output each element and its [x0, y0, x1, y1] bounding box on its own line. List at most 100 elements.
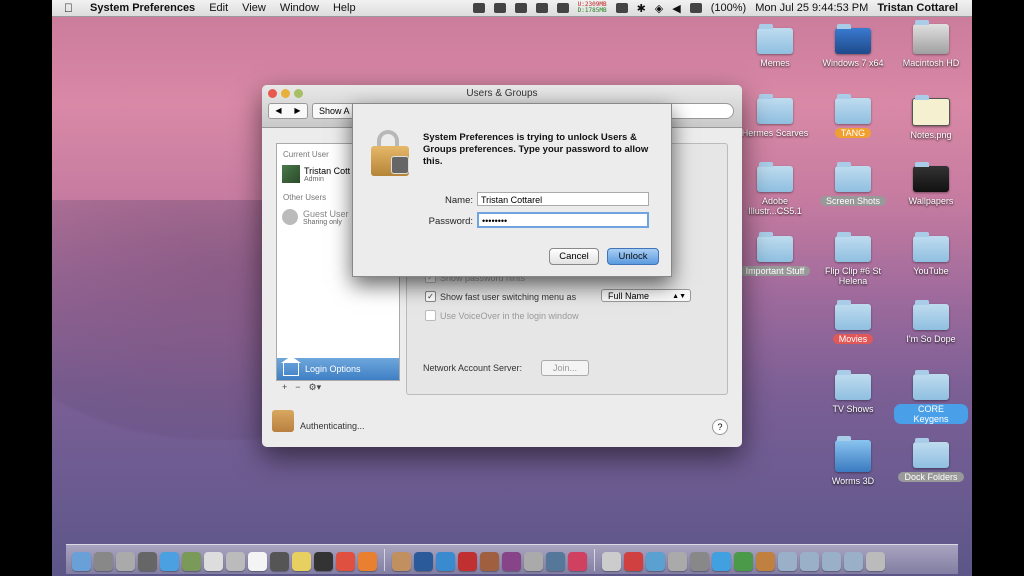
add-user-button[interactable]: +	[282, 382, 287, 392]
app-icon[interactable]	[458, 552, 477, 571]
name-field[interactable]: Tristan Cottarel	[477, 192, 649, 206]
app-icon[interactable]	[646, 552, 665, 571]
network-meter[interactable]: U:2309MB D:1785MB	[578, 2, 607, 14]
app-icon[interactable]	[712, 552, 731, 571]
trash-icon[interactable]	[514, 3, 527, 13]
battery-icon[interactable]	[689, 3, 702, 13]
user-name: Tristan Cott	[304, 165, 351, 176]
photoshop-icon[interactable]	[414, 552, 433, 571]
desktop-folder-screenshots[interactable]: Screen Shots	[816, 162, 890, 206]
app-icon[interactable]	[182, 552, 201, 571]
utility-icon[interactable]	[116, 552, 135, 571]
gear-icon[interactable]	[556, 3, 569, 13]
desktop-folder-tvshows[interactable]: TV Shows	[816, 370, 890, 414]
menu-app-name[interactable]: System Preferences	[90, 2, 195, 14]
downloads-icon[interactable]	[844, 552, 863, 571]
app-icon[interactable]	[668, 552, 687, 571]
menu-bar:  System Preferences Edit View Window He…	[52, 0, 972, 17]
desktop-folder-youtube[interactable]: YouTube	[894, 232, 968, 276]
unlock-button[interactable]: Unlock	[607, 248, 659, 265]
menu-window[interactable]: Window	[280, 2, 319, 14]
app-icon[interactable]	[734, 552, 753, 571]
cancel-button[interactable]: Cancel	[549, 248, 599, 265]
password-field[interactable]: ••••••••	[477, 212, 649, 228]
fast-user-switching-row[interactable]: ✓ Show fast user switching menu as	[425, 291, 576, 302]
apple-menu-icon[interactable]: 	[64, 1, 78, 15]
login-options-item[interactable]: Login Options	[277, 355, 399, 380]
app-icon[interactable]	[602, 552, 621, 571]
wifi-icon[interactable]: ◈	[655, 2, 663, 15]
calendar-icon[interactable]	[248, 552, 267, 571]
preview-icon[interactable]	[204, 552, 223, 571]
fast-user-switching-popup[interactable]: Full Name ▲▼	[601, 289, 691, 302]
desktop-folder-movies[interactable]: Movies	[816, 300, 890, 344]
lock-icon[interactable]	[272, 410, 294, 432]
app-icon[interactable]	[138, 552, 157, 571]
join-button[interactable]: Join...	[541, 360, 589, 376]
folder-icon	[835, 370, 871, 400]
back-icon[interactable]: ◀	[269, 104, 288, 118]
app-icon[interactable]	[524, 552, 543, 571]
remove-user-button[interactable]: −	[295, 382, 300, 392]
desktop-folder-adobe[interactable]: Adobe Illustr...CS5.1	[738, 162, 812, 216]
app-icon[interactable]	[756, 552, 775, 571]
auth-dialog: System Preferences is trying to unlock U…	[352, 103, 672, 277]
desktop-folder-memes[interactable]: Memes	[738, 24, 812, 68]
desktop-drive-macintosh-hd[interactable]: Macintosh HD	[894, 20, 968, 68]
bluetooth-icon[interactable]: ✱	[637, 2, 646, 15]
battery-percent[interactable]: (100%)	[711, 2, 746, 14]
folder-icon[interactable]	[800, 552, 819, 571]
desktop-folder-wallpapers[interactable]: Wallpapers	[894, 162, 968, 206]
desktop-folder-hermes[interactable]: Hermes Scarves	[738, 94, 812, 138]
folder-icon[interactable]	[778, 552, 797, 571]
app-icon[interactable]	[480, 552, 499, 571]
app-icon[interactable]	[502, 552, 521, 571]
volume-icon[interactable]: ◀	[672, 2, 680, 15]
notes-icon[interactable]	[292, 552, 311, 571]
safari-icon[interactable]	[160, 552, 179, 571]
gear-menu-icon[interactable]: ⚙▾	[309, 382, 322, 393]
desktop-folder-core-keygens[interactable]: CORE Keygens	[894, 370, 968, 424]
app-icon[interactable]	[392, 552, 411, 571]
app-icon[interactable]	[568, 552, 587, 571]
eye-icon[interactable]	[535, 3, 548, 13]
desktop-folder-flipclip[interactable]: Flip Clip #6 St Helena	[816, 232, 890, 286]
desktop-app-worms3d[interactable]: Worms 3D	[816, 436, 890, 486]
app-icon[interactable]	[226, 552, 245, 571]
app-icon[interactable]	[624, 552, 643, 571]
show-all-button[interactable]: Show A	[312, 103, 357, 119]
folder-icon[interactable]	[822, 552, 841, 571]
desktop-folder-windows7[interactable]: Windows 7 x64	[816, 24, 890, 68]
app-icon[interactable]	[690, 552, 709, 571]
desktop-folder-important[interactable]: Important Stuff	[738, 232, 812, 276]
clipboard-icon[interactable]	[493, 3, 506, 13]
icon-label: Worms 3D	[831, 476, 875, 486]
menu-help[interactable]: Help	[333, 2, 356, 14]
display-icon[interactable]	[472, 3, 485, 13]
user-menu[interactable]: Tristan Cottarel	[877, 2, 958, 14]
clock[interactable]: Mon Jul 25 9:44:53 PM	[755, 2, 868, 14]
chevron-updown-icon: ▲▼	[672, 293, 686, 300]
system-preferences-icon[interactable]	[94, 552, 113, 571]
finder-icon[interactable]	[72, 552, 91, 571]
chrome-icon[interactable]	[336, 552, 355, 571]
desktop-folder-dock[interactable]: Dock Folders	[894, 438, 968, 482]
voiceover-checkbox[interactable]	[425, 310, 436, 321]
firefox-icon[interactable]	[358, 552, 377, 571]
desktop-folder-imsodope[interactable]: I'm So Dope	[894, 300, 968, 344]
itunes-icon[interactable]	[436, 552, 455, 571]
time-machine-icon[interactable]	[615, 3, 628, 13]
app-icon[interactable]	[314, 552, 333, 571]
help-button[interactable]: ?	[712, 419, 728, 435]
forward-icon[interactable]: ▶	[288, 104, 307, 118]
trash-icon[interactable]	[866, 552, 885, 571]
app-icon[interactable]	[546, 552, 565, 571]
voiceover-row[interactable]: Use VoiceOver in the login window	[425, 310, 579, 321]
hard-drive-icon	[913, 20, 949, 54]
fast-user-switching-checkbox[interactable]: ✓	[425, 291, 436, 302]
desktop-folder-tang[interactable]: TANG	[816, 94, 890, 138]
desktop-file-notes[interactable]: Notes.png	[894, 95, 968, 140]
menu-view[interactable]: View	[242, 2, 266, 14]
app-icon[interactable]	[270, 552, 289, 571]
menu-edit[interactable]: Edit	[209, 2, 228, 14]
